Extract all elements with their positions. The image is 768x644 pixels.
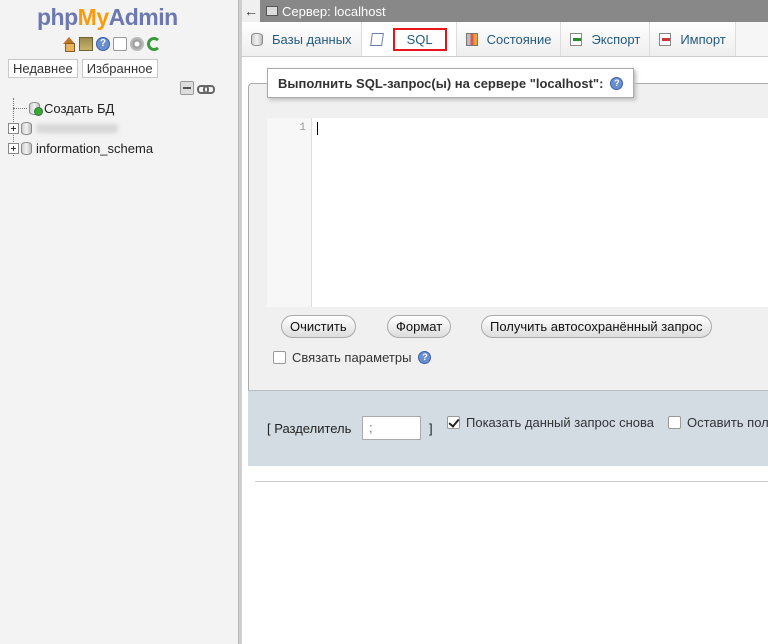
retain-query-option[interactable]: Оставить пол [668,415,768,430]
database-icon [21,141,32,155]
sql-editor[interactable]: 1 [267,118,768,307]
nav-icon-bar: ? [62,37,161,52]
database-tree: Создать БД information_schema [6,98,153,158]
export-icon [570,32,583,46]
favorites-tab[interactable]: Избранное [81,59,158,78]
clear-button[interactable]: Очистить [281,315,356,338]
collapse-all-icon[interactable] [180,81,194,95]
help-icon[interactable]: ? [96,37,110,51]
sql-icon [369,32,384,46]
new-database-icon [29,101,43,116]
help-icon[interactable]: ? [418,351,432,364]
home-icon[interactable] [62,37,76,52]
help-icon[interactable]: ? [610,76,624,90]
tree-item-create-db[interactable]: Создать БД [6,98,153,118]
tree-item-information-schema[interactable]: information_schema [6,138,153,158]
tree-item-database[interactable] [6,118,153,138]
collapse-nav-arrow-icon[interactable]: ← [242,0,260,22]
tab-databases[interactable]: Базы данных [242,22,362,56]
main-tabs: Базы данных SQL Состояние Экспорт Импорт [242,22,768,57]
format-button[interactable]: Формат [387,315,452,338]
show-query-checkbox[interactable] [447,416,460,429]
retain-query-checkbox[interactable] [668,416,681,429]
tab-export[interactable]: Экспорт [561,22,651,56]
phpmyadmin-logo[interactable]: phpMyAdmin [37,4,178,31]
navigation-panel: phpMyAdmin ? Недавнее Избранное Создать … [0,0,238,644]
get-autosaved-query-button[interactable]: Получить автосохранённый запрос [481,315,712,338]
import-icon [659,32,672,46]
tab-import[interactable]: Импорт [650,22,736,56]
expand-icon[interactable] [8,142,19,154]
line-number: 1 [299,122,306,134]
divider [255,481,768,482]
server-link[interactable]: Сервер: localhost [282,4,386,19]
settings-icon[interactable] [130,37,144,51]
tree-controls [180,81,215,95]
bind-parameters-label: Связать параметры [292,350,412,365]
link-icon[interactable] [197,81,215,95]
recent-tab[interactable]: Недавнее [8,59,78,78]
documentation-icon[interactable] [113,37,127,51]
delimiter-input[interactable]: ; [362,416,421,440]
tab-status[interactable]: Состояние [456,22,562,56]
information-schema-label[interactable]: information_schema [36,141,153,156]
sql-query-legend: Выполнить SQL-запрос(ы) на сервере "loca… [267,68,635,98]
server-icon [266,6,278,16]
delimiter-label: [ Разделитель [267,421,352,436]
panel-resizer[interactable] [238,0,242,644]
line-number-gutter: 1 [267,118,312,307]
nav-tabs: Недавнее Избранное [8,59,158,78]
show-query-label: Показать данный запрос снова [466,415,654,430]
show-query-option[interactable]: Показать данный запрос снова [447,415,654,430]
database-icon [251,32,263,46]
bind-parameters-option[interactable]: Связать параметры ? [273,350,432,365]
database-icon[interactable] [79,37,93,51]
text-cursor [317,122,318,135]
server-breadcrumb: ← Сервер: localhost [242,0,768,22]
blurred-database-name[interactable] [36,123,118,133]
tab-sql[interactable]: SQL [361,22,457,56]
database-icon [21,121,32,135]
bind-parameters-checkbox[interactable] [273,351,286,364]
create-db-label[interactable]: Создать БД [44,101,114,116]
reload-icon[interactable] [147,37,161,51]
expand-icon[interactable] [8,122,19,134]
status-icon [465,32,478,46]
retain-query-label: Оставить пол [687,415,768,430]
delimiter-bracket: ] [429,421,433,436]
